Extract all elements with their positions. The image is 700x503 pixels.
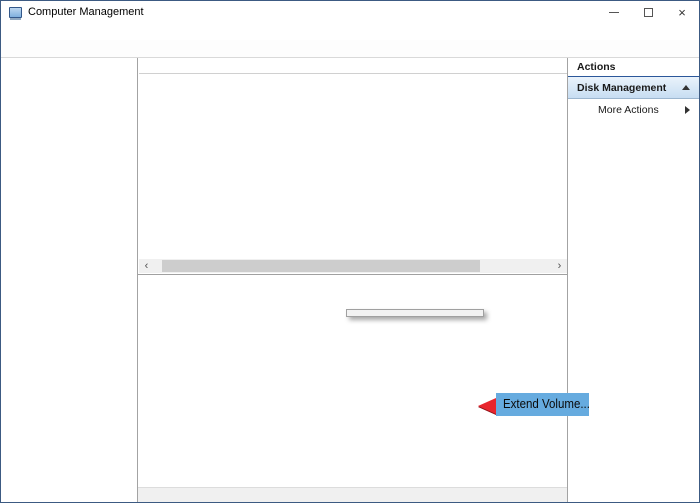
volume-list-hscrollbar[interactable]: ‹ ›: [139, 259, 567, 273]
maximize-button[interactable]: [631, 1, 665, 23]
disk-management-pane: ‹ ›: [138, 58, 567, 502]
callout-arrow-icon: [478, 398, 496, 414]
app-icon: [9, 6, 22, 18]
window-title: Computer Management: [28, 6, 144, 18]
more-actions-label: More Actions: [598, 103, 659, 116]
actions-pane: Actions Disk Management More Actions: [567, 58, 699, 502]
scrollbar-track[interactable]: [154, 259, 552, 273]
minimize-button[interactable]: [597, 1, 631, 23]
more-actions-item[interactable]: More Actions: [568, 99, 699, 120]
actions-header: Actions: [568, 58, 699, 77]
scroll-left-icon[interactable]: ‹: [139, 259, 154, 273]
title-bar: Computer Management ×: [1, 1, 699, 23]
toolbar: [1, 40, 699, 58]
submenu-arrow-icon: [685, 105, 690, 114]
console-tree-pane: [1, 58, 138, 502]
bottom-strip: [138, 487, 567, 502]
scrollbar-thumb[interactable]: [162, 260, 480, 272]
actions-section-disk-management[interactable]: Disk Management: [568, 77, 699, 99]
partition-context-menu: [346, 309, 484, 317]
callout-label: Extend Volume...: [496, 393, 589, 416]
menu-bar: [1, 23, 699, 40]
computer-management-window: Computer Management × ‹ › Actions Disk M…: [0, 0, 700, 503]
volume-list-header: [139, 58, 567, 74]
volume-list: ‹ ›: [139, 58, 567, 274]
actions-section-label: Disk Management: [577, 81, 667, 94]
close-button[interactable]: ×: [665, 1, 699, 23]
collapse-icon[interactable]: [682, 85, 690, 90]
scroll-right-icon[interactable]: ›: [552, 259, 567, 273]
